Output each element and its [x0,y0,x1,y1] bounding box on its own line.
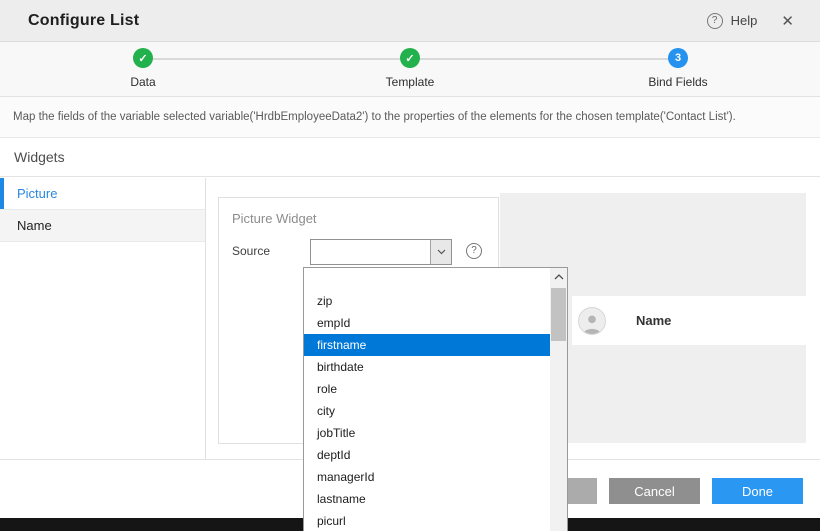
dropdown-option[interactable]: picurl [304,510,550,531]
widgets-section-title: Widgets [0,138,820,177]
dropdown-option[interactable]: birthdate [304,356,550,378]
contact-list-preview-row: Name [572,296,806,345]
help-link[interactable]: Help [731,13,758,28]
mapping-description: Map the fields of the variable selected … [0,97,820,138]
dropdown-options: zip empId firstname birthdate role city … [304,268,550,531]
dropdown-option-empty[interactable] [304,268,550,290]
step-done-check-icon: ✓ [400,48,420,68]
title-bar: Configure List ? Help ✕ [0,0,820,42]
dropdown-option[interactable]: managerId [304,466,550,488]
sidebar-item-label: Name [17,218,52,233]
page-title: Configure List [28,12,139,30]
scrollbar-up-button[interactable] [550,268,567,286]
sidebar-item-picture[interactable]: Picture [0,178,205,210]
chevron-down-icon [437,249,446,255]
dropdown-option[interactable]: role [304,378,550,400]
cancel-button[interactable]: Cancel [609,478,700,504]
step-label: Template [340,75,480,89]
configure-list-dialog: Configure List ? Help ✕ ✓ Data ✓ Templat… [0,0,820,531]
widgets-sidebar: Picture Name [0,178,206,459]
step-label: Data [73,75,213,89]
source-field-label: Source [232,244,270,258]
dropdown-option[interactable]: lastname [304,488,550,510]
preview-name-label: Name [636,313,671,328]
scrollbar-up-icon [554,274,564,280]
scrollbar-thumb[interactable] [551,288,566,341]
dropdown-option[interactable]: jobTitle [304,422,550,444]
step-number-badge: 3 [668,48,688,68]
source-help-icon[interactable]: ? [466,243,482,259]
source-dropdown-list: zip empId firstname birthdate role city … [303,267,568,531]
source-combobox-value [311,240,430,264]
combobox-dropdown-button[interactable] [430,240,451,264]
help-icon[interactable]: ? [707,13,723,29]
panel-title: Picture Widget [232,211,317,226]
done-button[interactable]: Done [712,478,803,504]
dropdown-option[interactable]: empId [304,312,550,334]
close-icon[interactable]: ✕ [777,10,798,32]
sidebar-item-name[interactable]: Name [0,210,205,242]
sidebar-item-label: Picture [17,186,57,201]
step-data[interactable]: ✓ Data [73,48,213,89]
step-label: Bind Fields [608,75,748,89]
dropdown-option[interactable]: deptId [304,444,550,466]
person-avatar-icon [578,307,606,335]
dropdown-scrollbar[interactable] [550,268,567,531]
source-combobox[interactable] [310,239,452,265]
wizard-stepper: ✓ Data ✓ Template 3 Bind Fields [0,42,820,97]
step-done-check-icon: ✓ [133,48,153,68]
dropdown-option[interactable]: city [304,400,550,422]
step-bind-fields[interactable]: 3 Bind Fields [608,48,748,89]
dropdown-option-selected[interactable]: firstname [304,334,550,356]
step-template[interactable]: ✓ Template [340,48,480,89]
dropdown-option[interactable]: zip [304,290,550,312]
